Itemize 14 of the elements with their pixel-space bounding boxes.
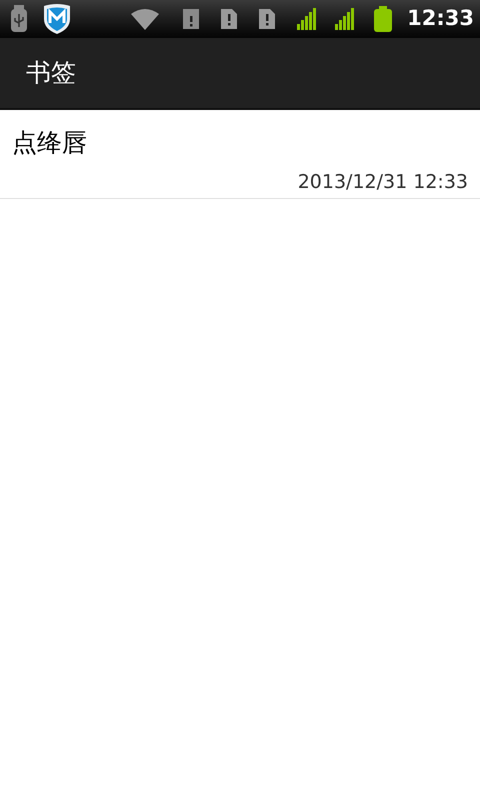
bookmark-date: 2013/12/31 12:33	[298, 170, 468, 194]
screen-title: 书签	[26, 57, 76, 90]
battery-icon	[373, 6, 394, 32]
sim-alert-icon	[221, 9, 238, 29]
bookmark-title: 点绛唇	[12, 127, 87, 159]
bookmark-item[interactable]: 点绛唇 2013/12/31 12:33	[0, 110, 480, 199]
sd-card-icon	[183, 9, 200, 29]
shield-icon	[42, 3, 72, 35]
usb-icon	[10, 5, 28, 33]
signal-icon	[297, 8, 318, 30]
signal-icon	[335, 8, 356, 30]
sim-alert-icon	[259, 9, 276, 29]
clock: 12:33	[407, 5, 474, 32]
wifi-icon	[131, 8, 160, 30]
